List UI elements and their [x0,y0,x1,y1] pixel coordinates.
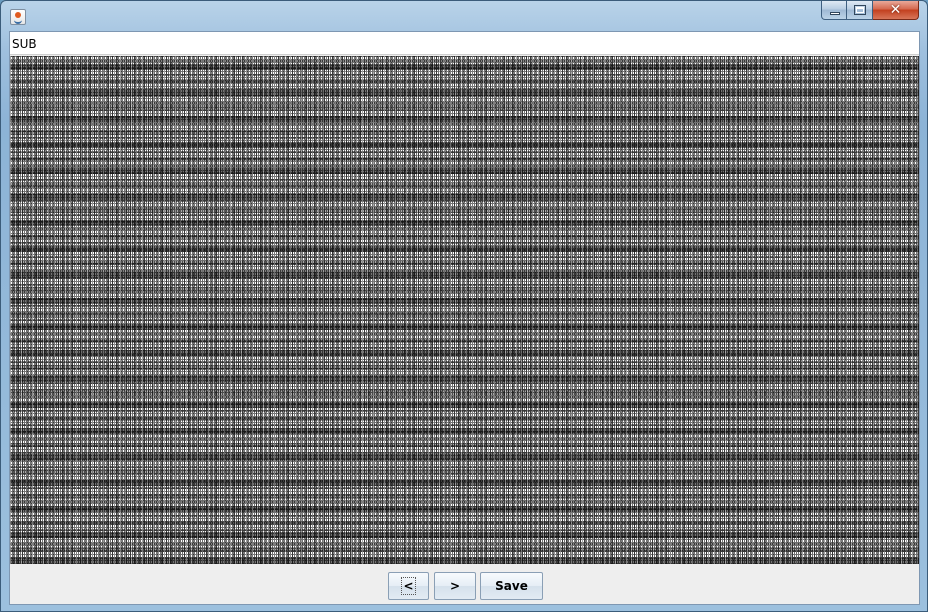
app-window: ✕ SUB < > Save [0,0,928,612]
panel-label: SUB [12,37,37,51]
label-bar: SUB [10,32,919,55]
close-button[interactable]: ✕ [873,1,919,20]
save-button-label: Save [495,579,528,593]
previous-button[interactable]: < [388,572,429,600]
close-icon: ✕ [889,2,902,18]
title-bar[interactable]: ✕ [1,1,927,31]
minimize-icon [830,12,840,15]
next-button-label: > [449,579,461,593]
button-bar: < > Save [10,564,919,604]
previous-button-label: < [401,577,416,595]
minimize-button[interactable] [821,1,847,20]
next-button[interactable]: > [434,572,476,600]
content-area: SUB < > Save [9,31,920,605]
java-cup-icon[interactable] [10,9,26,25]
maximize-button[interactable] [847,1,873,20]
save-button[interactable]: Save [480,572,543,600]
maximize-icon [854,5,866,15]
noise-layer [10,56,919,564]
caption-buttons: ✕ [821,1,919,23]
image-display [10,56,919,564]
